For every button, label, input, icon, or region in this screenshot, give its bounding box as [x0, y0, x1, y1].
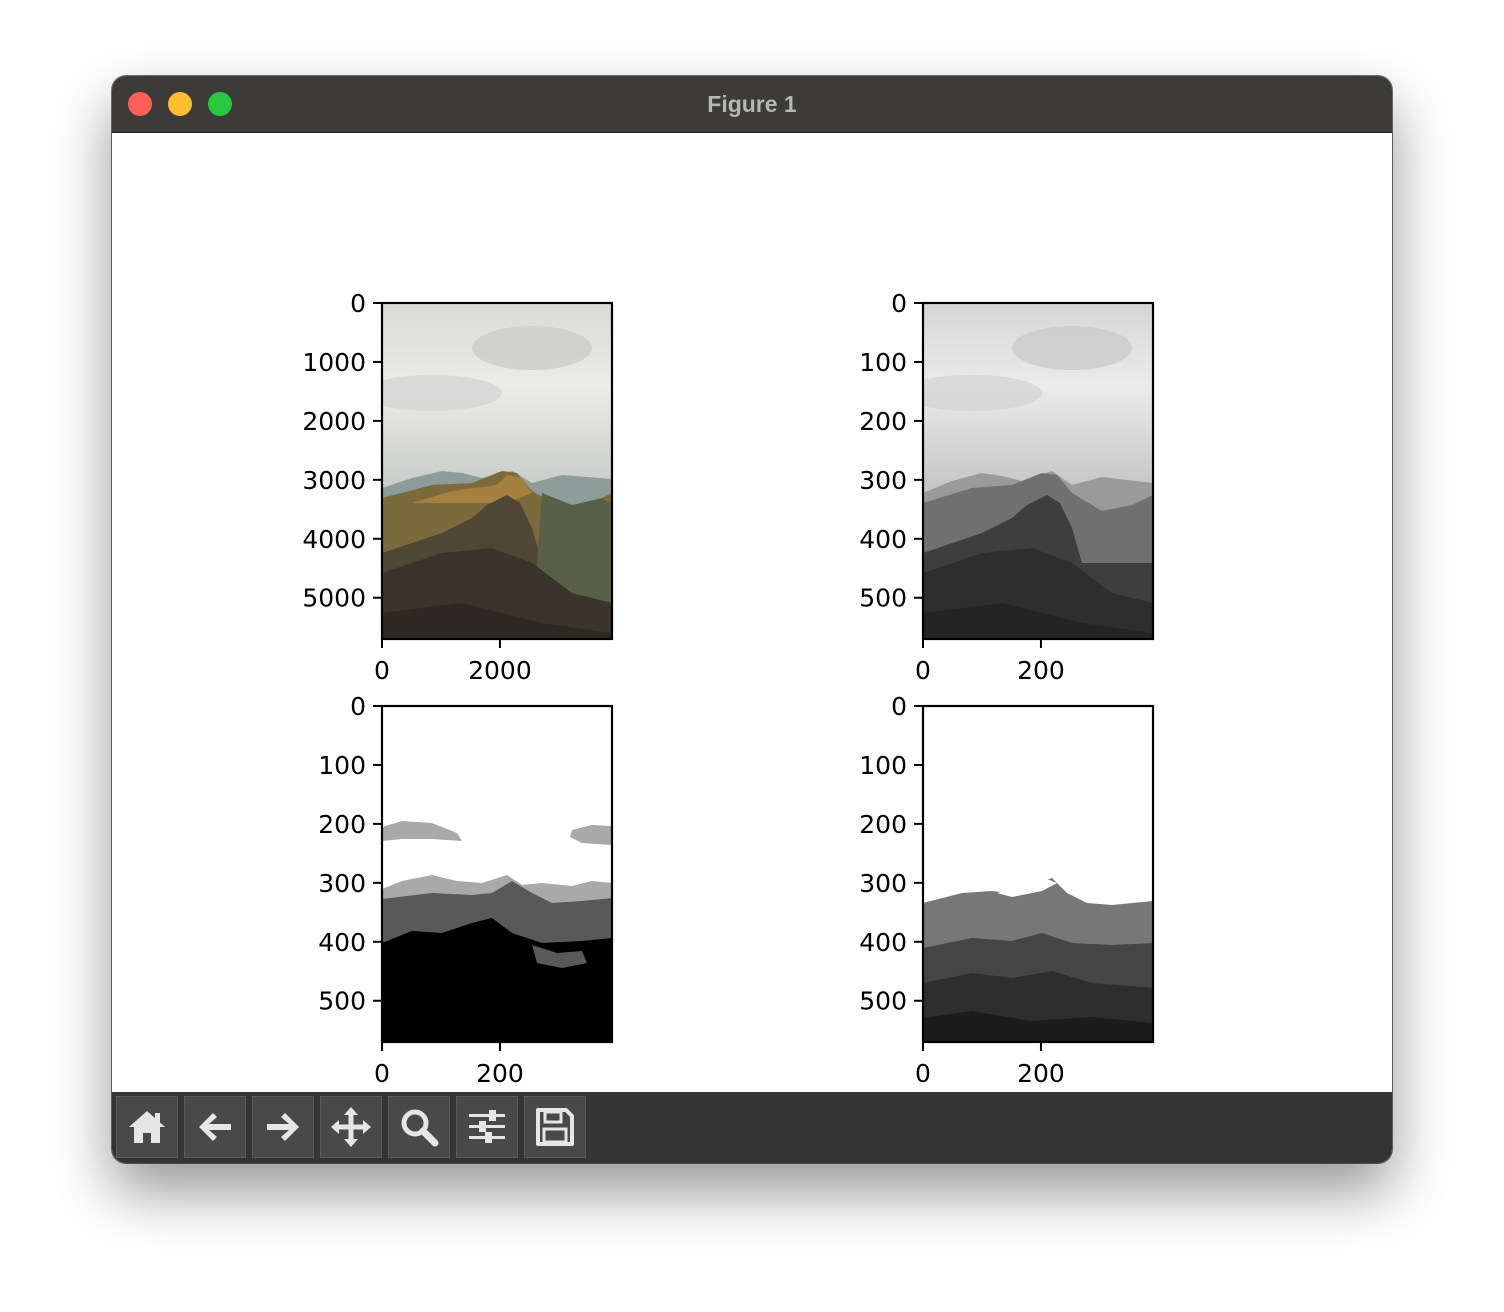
- move-icon: [331, 1107, 371, 1147]
- image-grayscale-photo: [923, 303, 1153, 639]
- title-bar: Figure 1: [112, 76, 1392, 133]
- arrow-left-icon: [199, 1113, 231, 1141]
- y-tick-label: 400: [859, 525, 907, 554]
- y-tick-label: 1000: [302, 348, 366, 377]
- y-tick-label: 400: [318, 928, 366, 957]
- y-tick-label: 500: [859, 584, 907, 613]
- zoom-button[interactable]: [388, 1096, 450, 1158]
- home-icon: [129, 1111, 165, 1143]
- pan-button[interactable]: [320, 1096, 382, 1158]
- window-title: Figure 1: [707, 91, 797, 117]
- y-tick-label: 500: [318, 987, 366, 1016]
- figure-window: Figure 1 0 1000 2000 3000 4000 5000 0 20…: [112, 76, 1392, 1163]
- home-button[interactable]: [116, 1096, 178, 1158]
- x-tick-label: 200: [1017, 656, 1065, 685]
- x-tick-label: 0: [915, 1059, 931, 1088]
- floppy-disk-icon: [536, 1108, 574, 1146]
- arrow-right-icon: [267, 1113, 299, 1141]
- y-tick-label: 5000: [302, 584, 366, 613]
- image-posterized-white-sky: [923, 706, 1153, 1042]
- y-tick-label: 4000: [302, 525, 366, 554]
- forward-button[interactable]: [252, 1096, 314, 1158]
- x-tick-label: 0: [915, 656, 931, 685]
- y-tick-label: 200: [859, 407, 907, 436]
- y-tick-label: 0: [350, 289, 366, 318]
- y-tick-label: 100: [318, 751, 366, 780]
- figure-canvas[interactable]: 0 1000 2000 3000 4000 5000 0 2000 0 100 200 300 400 5…: [112, 133, 1392, 1092]
- x-tick-label: 200: [476, 1059, 524, 1088]
- x-tick-label: 200: [1017, 1059, 1065, 1088]
- save-button[interactable]: [524, 1096, 586, 1158]
- y-tick-label: 300: [318, 869, 366, 898]
- y-tick-label: 3000: [302, 466, 366, 495]
- figure-svg: 0100020003000400050000 200001002003004005…: [302, 289, 1155, 1088]
- y-tick-label: 100: [859, 751, 907, 780]
- navigation-toolbar: [112, 1092, 1392, 1163]
- image-color-photo: [382, 303, 612, 639]
- y-tick-label: 2000: [302, 407, 366, 436]
- sliders-icon: [469, 1110, 505, 1143]
- back-button[interactable]: [184, 1096, 246, 1158]
- y-tick-label: 300: [859, 869, 907, 898]
- y-tick-label: 200: [859, 810, 907, 839]
- x-tick-label: 0: [374, 656, 390, 685]
- y-tick-label: 0: [350, 692, 366, 721]
- configure-subplots-button[interactable]: [456, 1096, 518, 1158]
- magnifier-icon: [401, 1109, 439, 1147]
- x-tick-label: 2000: [468, 656, 532, 685]
- x-tick-label: 0: [374, 1059, 390, 1088]
- y-tick-label: 200: [318, 810, 366, 839]
- y-tick-label: 400: [859, 928, 907, 957]
- y-tick-label: 0: [891, 692, 907, 721]
- y-tick-label: 0: [891, 289, 907, 318]
- y-tick-label: 300: [859, 466, 907, 495]
- image-posterized-three-levels: [382, 706, 612, 1042]
- y-tick-label: 100: [859, 348, 907, 377]
- y-tick-label: 500: [859, 987, 907, 1016]
